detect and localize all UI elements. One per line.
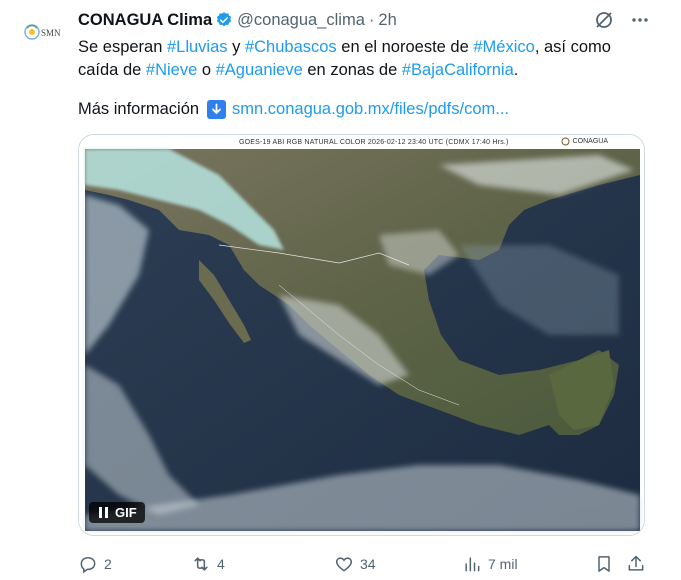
- repost-count: 4: [217, 556, 225, 572]
- line1-text-6: , así como: [534, 38, 611, 56]
- line2-text-2: o: [197, 61, 216, 79]
- author-handle[interactable]: @conagua_clima: [237, 11, 365, 30]
- media-gif[interactable]: GOES-19 ABI RGB NATURAL COLOR 2026-02-12…: [78, 134, 645, 536]
- views-icon: [465, 557, 480, 572]
- tweet-header: CONAGUA Clima @conagua_clima · 2h: [78, 10, 397, 30]
- share-button[interactable]: [626, 554, 646, 574]
- line1-text-2: y: [227, 38, 245, 56]
- verified-badge-icon: [217, 12, 232, 27]
- line1-text-0: Se esperan: [78, 38, 167, 56]
- line2-text-0: caída de: [78, 61, 146, 79]
- bookmark-icon: [598, 556, 610, 572]
- reply-icon: [80, 556, 96, 574]
- views-count: 7 mil: [488, 556, 518, 572]
- bookmark-button[interactable]: [594, 554, 614, 574]
- repost-icon: [194, 557, 208, 571]
- tweet-text-line-2: caída de #Nieve o #Aguanieve en zonas de…: [78, 59, 648, 82]
- hashtag-méxico[interactable]: #México: [473, 38, 534, 56]
- share-icon: [628, 555, 644, 571]
- line2-text-4: en zonas de: [302, 61, 402, 79]
- separator-dot: ·: [368, 10, 375, 29]
- gif-control[interactable]: GIF: [89, 502, 145, 523]
- satellite-image: [79, 135, 644, 535]
- reply-button[interactable]: 2: [78, 554, 112, 574]
- download-arrow-icon: [207, 100, 227, 119]
- image-caption: GOES-19 ABI RGB NATURAL COLOR 2026-02-12…: [239, 139, 509, 146]
- line2-text-6: .: [513, 61, 519, 79]
- action-bar: 2 4 34 7 mil: [78, 552, 648, 576]
- logo-text: CONAGUA: [572, 138, 608, 145]
- views-button[interactable]: 7 mil: [462, 554, 518, 574]
- more-icon[interactable]: [629, 9, 651, 31]
- more-info-row: Más información smn.conagua.gob.mx/files…: [78, 98, 509, 121]
- tweet-text-line-1: Se esperan #Lluvias y #Chubascos en el n…: [78, 36, 648, 59]
- avatar[interactable]: SMN: [24, 18, 68, 48]
- hashtag-nieve[interactable]: #Nieve: [146, 61, 197, 79]
- grok-icon[interactable]: [593, 9, 615, 31]
- line1-text-4: en el noroeste de: [336, 38, 474, 56]
- hashtag-chubascos[interactable]: #Chubascos: [245, 38, 337, 56]
- like-icon: [335, 557, 353, 572]
- author-name[interactable]: CONAGUA Clima: [78, 11, 212, 30]
- gif-label: GIF: [115, 505, 137, 520]
- hashtag-aguanieve[interactable]: #Aguanieve: [216, 61, 303, 79]
- conagua-logo: CONAGUA: [561, 137, 608, 146]
- tweet: SMN CONAGUA Clima @conagua_clima · 2h Se…: [0, 0, 681, 580]
- pause-icon[interactable]: [97, 507, 109, 519]
- avatar-text: SMN: [41, 28, 61, 38]
- timestamp[interactable]: 2h: [378, 11, 396, 30]
- more-info-label: Más información: [78, 100, 200, 118]
- tweet-text: Se esperan #Lluvias y #Chubascos en el n…: [78, 36, 648, 82]
- reply-count: 2: [104, 556, 112, 572]
- top-actions: [593, 9, 651, 31]
- hashtag-bajacalifornia[interactable]: #BajaCalifornia: [402, 61, 514, 79]
- hashtag-lluvias[interactable]: #Lluvias: [167, 38, 228, 56]
- repost-button[interactable]: 4: [191, 554, 225, 574]
- like-count: 34: [360, 556, 376, 572]
- like-button[interactable]: 34: [334, 554, 376, 574]
- external-link[interactable]: smn.conagua.gob.mx/files/pdfs/com...: [232, 100, 509, 119]
